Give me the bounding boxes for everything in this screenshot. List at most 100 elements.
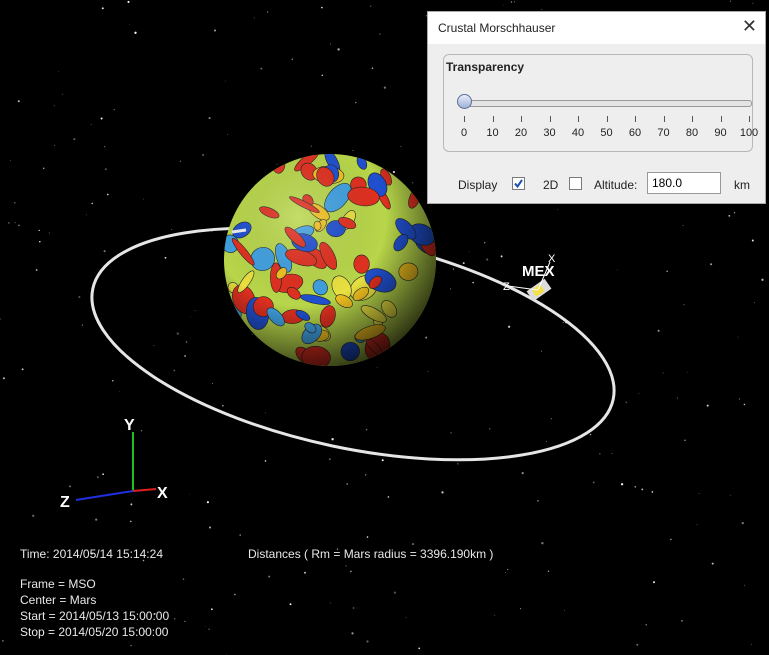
star (140, 430, 142, 432)
axes-triad: Y X Z (60, 417, 168, 511)
slider-tick-label: 90 (714, 127, 727, 139)
star (754, 302, 755, 303)
star (251, 333, 253, 335)
star (638, 393, 640, 394)
close-icon[interactable]: ✕ (742, 16, 757, 37)
star (676, 397, 678, 399)
star (521, 471, 524, 475)
star (616, 269, 618, 271)
star (541, 9, 543, 11)
display-checkbox[interactable] (512, 177, 525, 190)
star (350, 570, 352, 573)
star (103, 145, 106, 148)
star (38, 229, 40, 232)
star (129, 24, 131, 25)
star (58, 71, 60, 73)
star (562, 321, 564, 323)
star (400, 146, 402, 147)
star (352, 150, 354, 152)
star (268, 575, 271, 578)
spacecraft-z-axis: Z (503, 281, 510, 293)
slider-tick-label: 0 (460, 127, 468, 139)
star (345, 565, 347, 567)
slider-tick (720, 116, 722, 122)
stop-readout: Stop = 2014/05/20 15:00:00 (20, 625, 169, 639)
star (330, 43, 331, 45)
star (176, 332, 179, 335)
star (468, 251, 470, 253)
slider-tick-label: 40 (571, 127, 585, 139)
slider-tick-label: 20 (514, 127, 528, 139)
star (222, 404, 224, 407)
star (729, 0, 732, 2)
star (592, 481, 595, 484)
star (625, 401, 628, 404)
star (328, 458, 331, 461)
star (260, 67, 263, 70)
star (185, 341, 188, 343)
star (95, 518, 98, 521)
star (387, 496, 390, 498)
star (54, 144, 56, 146)
star (636, 643, 639, 646)
star (130, 503, 133, 506)
star (502, 4, 504, 6)
star (14, 222, 16, 224)
star (733, 212, 736, 214)
star (134, 31, 137, 34)
star (39, 240, 41, 243)
star (113, 109, 115, 111)
star (53, 105, 55, 107)
star (750, 643, 752, 645)
star (276, 163, 278, 165)
panel-titlebar[interactable]: Crustal Morschhauser ✕ (428, 12, 765, 44)
distances-readout: Distances ( Rm = Mars radius = 3396.190k… (248, 547, 494, 561)
star (0, 318, 1, 320)
star (226, 134, 228, 135)
star (741, 521, 744, 525)
star (204, 626, 206, 627)
start-readout: Start = 2014/05/13 15:00:00 (20, 609, 170, 623)
slider-tick (549, 116, 551, 122)
transparency-label: Transparency (446, 60, 525, 74)
star (32, 514, 35, 517)
star (683, 304, 685, 306)
transparency-slider-track[interactable] (464, 100, 752, 107)
star (670, 538, 672, 541)
star (418, 647, 421, 650)
frame-readout: Frame = MSO (20, 577, 96, 591)
crustal-field-patch (414, 346, 436, 358)
star (365, 428, 368, 431)
star (73, 138, 76, 141)
star (119, 391, 120, 393)
star (371, 67, 374, 69)
transparency-slider-thumb[interactable] (457, 94, 472, 109)
z-axis-line (75, 490, 134, 501)
star (78, 296, 81, 298)
star (514, 1, 516, 3)
star (652, 581, 656, 584)
star (239, 534, 241, 536)
star (9, 160, 11, 162)
slider-tick-label: 60 (628, 127, 642, 139)
star (253, 17, 255, 19)
star (182, 578, 185, 580)
star (129, 520, 132, 523)
star (101, 7, 104, 10)
slider-tick (578, 116, 579, 122)
star (267, 11, 269, 13)
slider-tick (692, 116, 693, 122)
star (620, 483, 624, 486)
star (212, 382, 213, 384)
star (352, 607, 355, 609)
star (489, 428, 491, 430)
slider-tick-label: 70 (657, 127, 670, 139)
star (337, 48, 340, 51)
star (104, 168, 107, 171)
star (682, 225, 684, 227)
star (510, 1, 513, 3)
altitude-input[interactable] (647, 172, 721, 194)
2d-checkbox[interactable] (569, 177, 582, 190)
star (18, 224, 20, 227)
star (589, 433, 592, 436)
